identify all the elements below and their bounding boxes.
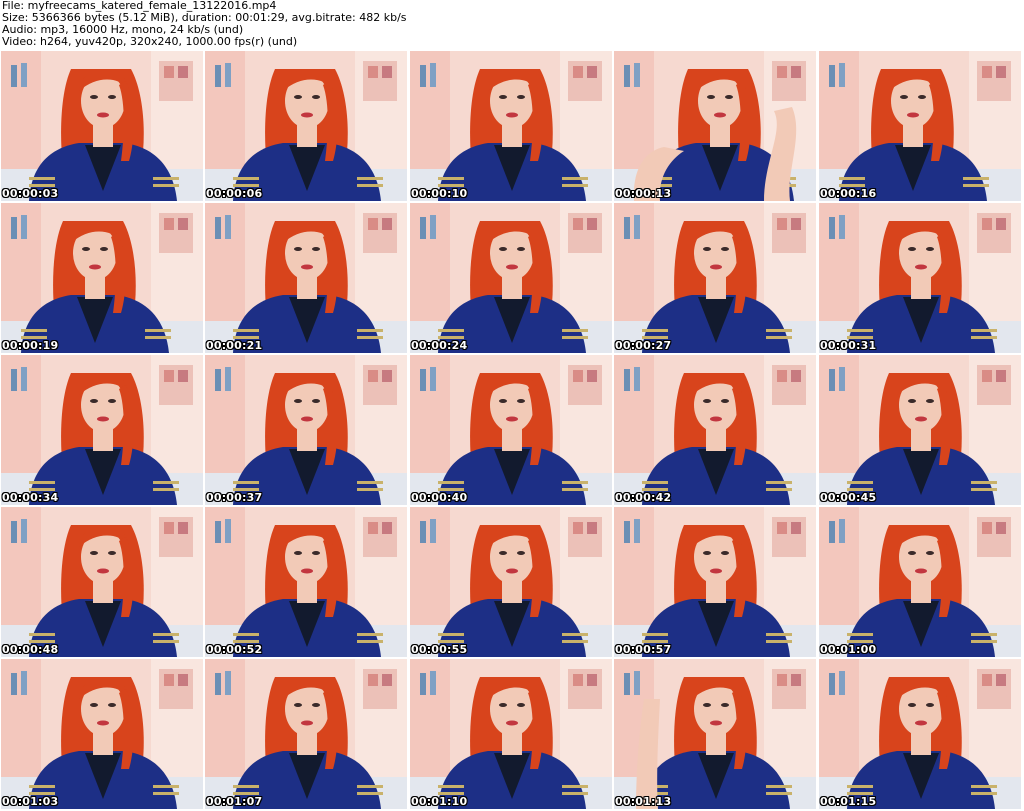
frame-timestamp: 00:00:34 (2, 491, 59, 504)
frame-image (205, 51, 407, 201)
video-frame-thumbnail: 00:00:03 (1, 51, 203, 201)
frame-timestamp: 00:00:21 (206, 339, 263, 352)
frame-timestamp: 00:00:45 (820, 491, 877, 504)
frame-image (1, 355, 203, 505)
video-frame-thumbnail: 00:00:06 (205, 51, 407, 201)
frame-timestamp: 00:00:10 (411, 187, 468, 200)
frame-image (410, 507, 612, 657)
frame-image (614, 51, 816, 201)
video-frame-thumbnail: 00:00:34 (1, 355, 203, 505)
video-frame-thumbnail: 00:00:31 (819, 203, 1021, 353)
frame-image (819, 51, 1021, 201)
frame-image (819, 507, 1021, 657)
frame-timestamp: 00:00:52 (206, 643, 263, 656)
frame-timestamp: 00:00:57 (615, 643, 672, 656)
frame-image (410, 659, 612, 809)
frame-image (614, 355, 816, 505)
frame-image (1, 659, 203, 809)
video-frame-thumbnail: 00:00:24 (410, 203, 612, 353)
video-frame-thumbnail: 00:01:07 (205, 659, 407, 809)
frame-image (614, 507, 816, 657)
file-size-line: Size: 5366366 bytes (5.12 MiB), duration… (2, 11, 407, 25)
frame-timestamp: 00:01:13 (615, 795, 672, 808)
frame-timestamp: 00:00:03 (2, 187, 59, 200)
frame-timestamp: 00:01:15 (820, 795, 877, 808)
video-frame-thumbnail: 00:00:42 (614, 355, 816, 505)
frame-image (205, 355, 407, 505)
audio-info-line: Audio: mp3, 16000 Hz, mono, 24 kb/s (und… (2, 22, 244, 36)
frame-timestamp: 00:00:48 (2, 643, 59, 656)
video-frame-thumbnail: 00:00:10 (410, 51, 612, 201)
video-frame-thumbnail: 00:01:10 (410, 659, 612, 809)
video-frame-thumbnail: 00:01:15 (819, 659, 1021, 809)
frame-timestamp: 00:00:42 (615, 491, 672, 504)
video-frame-thumbnail: 00:00:13 (614, 51, 816, 201)
video-frame-thumbnail: 00:00:57 (614, 507, 816, 657)
frame-timestamp: 00:00:37 (206, 491, 263, 504)
frame-image (614, 203, 816, 353)
frame-image (819, 355, 1021, 505)
frame-image (1, 203, 203, 353)
frame-timestamp: 00:01:03 (2, 795, 59, 808)
frame-timestamp: 00:00:06 (206, 187, 263, 200)
frame-image (819, 659, 1021, 809)
frame-timestamp: 00:00:31 (820, 339, 877, 352)
thumbnail-grid: 00:00:03 00:00:06 00:00:10 00:00:13 00:00:16… (1, 51, 1023, 811)
frame-timestamp: 00:00:24 (411, 339, 468, 352)
video-frame-thumbnail: 00:00:48 (1, 507, 203, 657)
frame-image (614, 659, 816, 809)
video-frame-thumbnail: 00:00:16 (819, 51, 1021, 201)
frame-image (1, 51, 203, 201)
frame-timestamp: 00:00:27 (615, 339, 672, 352)
frame-image (205, 659, 407, 809)
video-frame-thumbnail: 00:00:21 (205, 203, 407, 353)
frame-image (819, 203, 1021, 353)
video-frame-thumbnail: 00:00:27 (614, 203, 816, 353)
file-info-header: File: myfreecams_katered_female_13122016… (2, 0, 1022, 50)
video-frame-thumbnail: 00:00:37 (205, 355, 407, 505)
frame-timestamp: 00:01:00 (820, 643, 877, 656)
video-frame-thumbnail: 00:01:13 (614, 659, 816, 809)
frame-timestamp: 00:00:40 (411, 491, 468, 504)
frame-timestamp: 00:01:10 (411, 795, 468, 808)
frame-image (205, 203, 407, 353)
video-frame-thumbnail: 00:01:00 (819, 507, 1021, 657)
frame-timestamp: 00:00:19 (2, 339, 59, 352)
video-info-line: Video: h264, yuv420p, 320x240, 1000.00 f… (2, 34, 298, 48)
frame-image (205, 507, 407, 657)
video-frame-thumbnail: 00:00:55 (410, 507, 612, 657)
frame-timestamp: 00:00:13 (615, 187, 672, 200)
video-frame-thumbnail: 00:00:19 (1, 203, 203, 353)
video-frame-thumbnail: 00:00:40 (410, 355, 612, 505)
video-frame-thumbnail: 00:00:45 (819, 355, 1021, 505)
video-frame-thumbnail: 00:00:52 (205, 507, 407, 657)
frame-image (410, 203, 612, 353)
frame-timestamp: 00:00:55 (411, 643, 468, 656)
frame-timestamp: 00:00:16 (820, 187, 877, 200)
frame-image (410, 355, 612, 505)
frame-image (1, 507, 203, 657)
video-frame-thumbnail: 00:01:03 (1, 659, 203, 809)
frame-timestamp: 00:01:07 (206, 795, 263, 808)
frame-image (410, 51, 612, 201)
